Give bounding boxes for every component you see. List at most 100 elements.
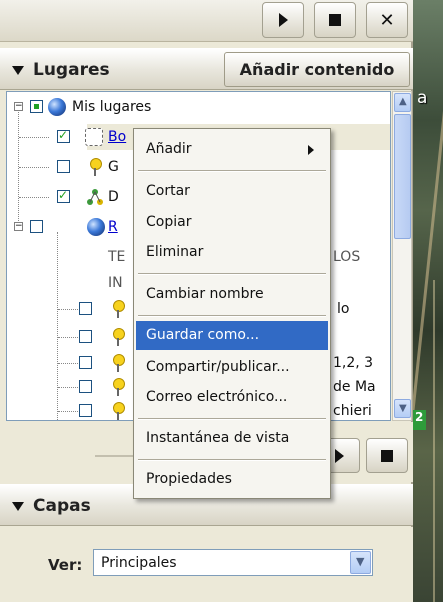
checkbox[interactable] [79, 356, 92, 369]
tree-item-label-right: LOS [333, 249, 361, 265]
map-view[interactable]: a 2 [391, 0, 443, 602]
scroll-down-button[interactable]: ▼ [394, 399, 411, 418]
checkbox[interactable] [57, 160, 70, 173]
tour-toolbar: ✕ [0, 0, 413, 42]
menu-separator [138, 459, 326, 461]
menu-item-copy[interactable]: Copiar [136, 208, 328, 237]
checkbox[interactable] [79, 330, 92, 343]
checkbox[interactable] [79, 380, 92, 393]
tree-item-label: Mis lugares [72, 99, 152, 115]
menu-item-label: Cambiar nombre [146, 286, 264, 302]
checkbox[interactable] [79, 302, 92, 315]
tree-item-label: D [108, 189, 119, 205]
play-button[interactable] [262, 2, 304, 38]
tree-item-label: IN [108, 275, 123, 291]
stop-icon [329, 14, 341, 26]
map-road [433, 280, 435, 602]
close-icon: ✕ [379, 9, 395, 31]
places-title[interactable]: Lugares [12, 60, 110, 80]
menu-item-label: Correo electrónico... [146, 389, 288, 405]
tree-connector [58, 387, 78, 388]
checkbox[interactable] [30, 220, 43, 233]
menu-item-add[interactable]: Añadir [136, 135, 328, 164]
menu-item-rename[interactable]: Cambiar nombre [136, 280, 328, 309]
collapse-icon [12, 501, 24, 511]
tree-item-label-right: lo [337, 301, 350, 317]
menu-separator [138, 418, 326, 420]
tree-connector [19, 167, 49, 168]
route-icon [85, 128, 103, 146]
layers-title[interactable]: Capas [12, 496, 91, 516]
checkbox[interactable] [79, 404, 92, 417]
tree-item-label: Bo [108, 129, 127, 145]
menu-separator [138, 315, 326, 317]
globe-icon [48, 98, 66, 116]
menu-item-share[interactable]: Compartir/publicar... [136, 353, 328, 382]
close-button[interactable]: ✕ [366, 2, 408, 38]
tree-connector [58, 337, 78, 338]
tree-item-label-right: chieri [333, 403, 372, 419]
tree-item-label-right: 1,2, 3 [333, 355, 374, 371]
menu-item-delete[interactable]: Eliminar [136, 238, 328, 267]
checkbox[interactable] [57, 188, 70, 203]
view-label: Ver: [48, 556, 83, 574]
pushpin-icon [111, 328, 125, 346]
tree-item-mis-lugares[interactable]: − Mis lugares [7, 92, 390, 122]
menu-separator [138, 273, 326, 275]
chevron-down-icon: ▼ [399, 403, 407, 414]
places-title-label: Lugares [33, 60, 110, 80]
dropdown-button[interactable]: ▼ [350, 551, 371, 574]
menu-item-label: Copiar [146, 214, 192, 230]
tree-connector [19, 197, 49, 198]
tree-item-label: TE [108, 249, 126, 265]
menu-item-label: Añadir [146, 141, 192, 157]
menu-item-label: Cortar [146, 183, 190, 199]
stop-button[interactable] [366, 438, 408, 473]
pushpin-icon [111, 402, 125, 420]
globe-icon [87, 218, 105, 236]
play-icon [278, 13, 288, 27]
places-header[interactable]: Lugares Añadir contenido [0, 48, 413, 90]
scroll-thumb[interactable] [394, 114, 411, 239]
pushpin-icon [111, 354, 125, 372]
stop-button[interactable] [314, 2, 356, 38]
layers-title-label: Capas [33, 496, 91, 516]
tree-scrollbar[interactable]: ▲ ▼ [392, 91, 412, 421]
pushpin-icon [111, 378, 125, 396]
checkbox[interactable] [57, 128, 70, 143]
menu-item-label: Guardar como... [146, 327, 260, 343]
pushpin-icon [88, 158, 102, 176]
tree-connector [58, 411, 78, 412]
tree-connector [58, 309, 78, 310]
tree-item-label-right: de Ma [333, 379, 376, 395]
collapse-icon [12, 65, 24, 75]
tree-connector [58, 363, 78, 364]
pushpin-icon [111, 300, 125, 318]
menu-item-label: Compartir/publicar... [146, 359, 290, 375]
tree-item-label: G [108, 159, 119, 175]
chevron-up-icon: ▲ [399, 96, 407, 107]
stop-icon [381, 449, 393, 462]
chevron-down-icon: ▼ [356, 555, 365, 568]
menu-item-label: Eliminar [146, 244, 204, 260]
collapse-toggle[interactable]: − [14, 222, 23, 231]
add-content-button[interactable]: Añadir contenido [224, 52, 410, 87]
tree-connector [19, 137, 49, 138]
scroll-up-button[interactable]: ▲ [394, 93, 411, 112]
submenu-arrow-icon [308, 145, 314, 155]
menu-item-email[interactable]: Correo electrónico... [136, 383, 328, 412]
menu-item-properties[interactable]: Propiedades [136, 465, 328, 494]
menu-separator [138, 170, 326, 172]
menu-item-label: Propiedades [146, 471, 232, 487]
checkbox[interactable] [30, 100, 43, 113]
menu-item-snapshot[interactable]: Instantánea de vista [136, 424, 328, 453]
menu-item-cut[interactable]: Cortar [136, 177, 328, 206]
collapse-toggle[interactable]: − [14, 102, 23, 111]
map-label: a [417, 88, 428, 108]
network-icon [86, 188, 104, 206]
menu-item-label: Instantánea de vista [146, 430, 290, 446]
play-icon [334, 448, 344, 463]
menu-item-save-as[interactable]: Guardar como... [136, 321, 328, 350]
view-select[interactable]: Principales ▼ [93, 549, 373, 576]
tree-item-label: R [108, 219, 118, 235]
